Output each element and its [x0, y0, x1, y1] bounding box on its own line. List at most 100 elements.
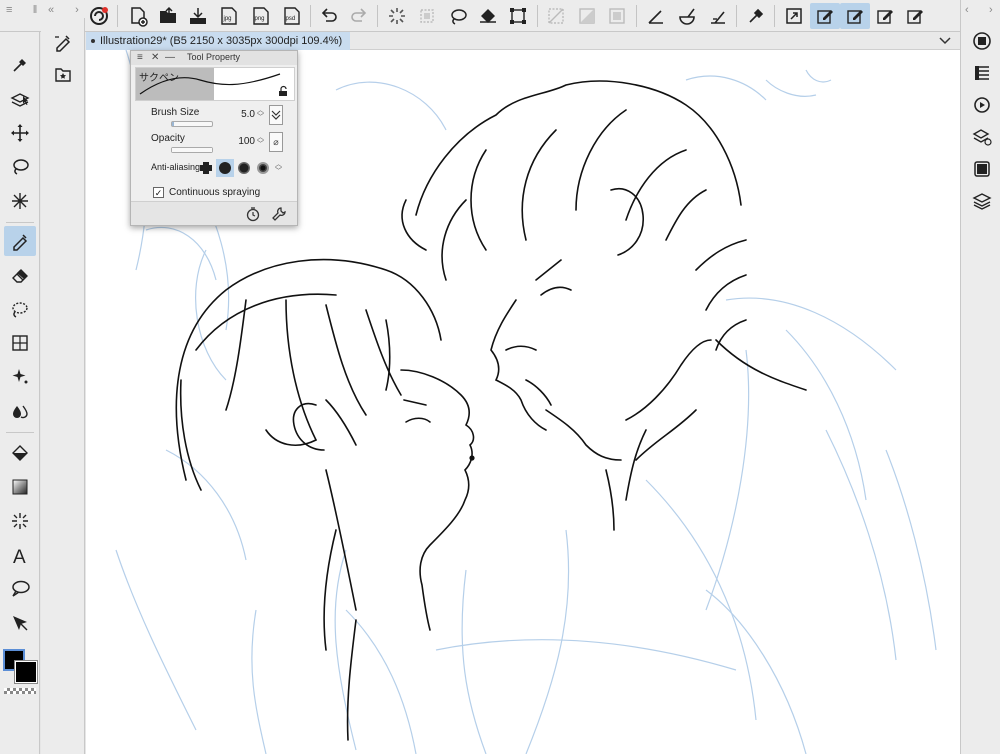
- figure-tool[interactable]: [4, 506, 36, 536]
- text-tool[interactable]: A: [4, 540, 36, 570]
- opacity-slider[interactable]: [171, 147, 213, 153]
- reset-tool-icon[interactable]: [245, 206, 261, 222]
- tool-property-panel: ≡ ✕ — Tool Property サクペン Brush Size 5.0 …: [130, 50, 298, 226]
- decoration-tool[interactable]: [4, 362, 36, 392]
- search-layer-icon[interactable]: [969, 92, 995, 118]
- edit-pen-4-icon[interactable]: [900, 3, 930, 29]
- brush-size-label: Brush Size: [151, 107, 200, 118]
- anti-aliasing-row: Anti-aliasing ︿ ﹀: [145, 159, 295, 181]
- document-tab[interactable]: Illustration29* (B5 2150 x 3035px 300dpi…: [86, 32, 351, 50]
- anti-aliasing-weak-icon[interactable]: [216, 159, 234, 177]
- anti-aliasing-spinner[interactable]: ︿ ﹀: [275, 161, 282, 175]
- material-icon[interactable]: [969, 124, 995, 150]
- clip-studio-logo-icon[interactable]: [84, 3, 114, 29]
- brush-size-slider[interactable]: [171, 121, 213, 127]
- transform-icon[interactable]: [503, 3, 533, 29]
- clear-layer-icon[interactable]: [412, 3, 442, 29]
- anti-aliasing-medium-icon[interactable]: [235, 159, 253, 177]
- pen-tool[interactable]: [4, 226, 36, 256]
- sub-tool-strip: [41, 18, 85, 754]
- opacity-spinner[interactable]: ︿ ﹀: [257, 134, 264, 148]
- wrench-icon[interactable]: [271, 206, 287, 222]
- close-icon[interactable]: ✕: [151, 52, 159, 63]
- panel-menu-icon[interactable]: ≡: [137, 52, 143, 63]
- export-jpg-icon[interactable]: jpg: [214, 3, 244, 29]
- pen-subtool-icon[interactable]: [49, 28, 77, 56]
- brush-preview[interactable]: サクペン: [135, 67, 295, 101]
- eraser-tool[interactable]: [4, 260, 36, 290]
- mesh-transform-tool[interactable]: [4, 328, 36, 358]
- layer-icon[interactable]: [969, 188, 995, 214]
- tool-strip: ≡ A: [0, 4, 40, 754]
- navigator-icon[interactable]: [969, 28, 995, 54]
- deselect-icon[interactable]: [541, 3, 571, 29]
- magic-wand-tool[interactable]: [4, 186, 36, 216]
- sub-tool-group-icon[interactable]: [49, 60, 77, 88]
- selection-border-icon[interactable]: [602, 3, 632, 29]
- export-psd-label: psd: [286, 16, 296, 22]
- export-psd-icon[interactable]: psd: [277, 3, 307, 29]
- gradient-tool[interactable]: [4, 472, 36, 502]
- export-png-icon[interactable]: png: [246, 3, 276, 29]
- fill-tool[interactable]: [4, 438, 36, 468]
- edit-pen-3-icon[interactable]: [870, 3, 900, 29]
- minimize-icon[interactable]: —: [165, 52, 175, 63]
- sub-color-swatch[interactable]: [14, 660, 38, 684]
- export-jpg-label: jpg: [223, 16, 232, 22]
- opacity-link-icon[interactable]: ⌀: [269, 132, 283, 152]
- modified-dot-icon: [91, 39, 95, 43]
- continuous-spraying-checkbox[interactable]: ✓: [153, 187, 164, 198]
- brush-size-spinner[interactable]: ︿ ﹀: [257, 107, 264, 121]
- fill-icon[interactable]: [473, 3, 503, 29]
- svg-text:A: A: [13, 547, 26, 566]
- undo-icon[interactable]: [314, 3, 344, 29]
- document-tab-bar: Illustration29* (B5 2150 x 3035px 300dpi…: [86, 32, 960, 50]
- eyedropper-tool[interactable]: [4, 50, 36, 80]
- lasso-selection-icon[interactable]: [443, 3, 473, 29]
- opacity-row: Opacity 100 ︿ ﹀ ⌀: [145, 131, 295, 157]
- correct-line-tool[interactable]: [4, 608, 36, 638]
- lasso-tool[interactable]: [4, 152, 36, 182]
- export-png-label: png: [255, 16, 265, 22]
- tool-property-footer: [131, 201, 297, 225]
- brush-size-value[interactable]: 5.0: [223, 109, 255, 120]
- transparent-color-swatch[interactable]: [4, 688, 36, 694]
- continuous-spraying-row: ✓ Continuous spraying: [145, 185, 295, 201]
- layer-move-tool[interactable]: [4, 84, 36, 114]
- command-bar: ‖ « › jpg png psd: [0, 0, 1000, 32]
- layer-property-icon[interactable]: [969, 60, 995, 86]
- opacity-value[interactable]: 100: [223, 136, 255, 147]
- right-collapse-icon[interactable]: ‹: [965, 4, 969, 16]
- animation-icon[interactable]: [969, 156, 995, 182]
- anti-aliasing-none-icon[interactable]: [197, 159, 215, 177]
- balloon-tool[interactable]: [4, 574, 36, 604]
- clear-selection-icon[interactable]: [382, 3, 412, 29]
- blend-tool[interactable]: [4, 396, 36, 426]
- tool-property-title: Tool Property: [187, 52, 241, 62]
- eyedropper-icon[interactable]: [741, 3, 771, 29]
- opacity-label: Opacity: [151, 133, 185, 144]
- redo-icon[interactable]: [344, 3, 374, 29]
- lock-icon[interactable]: [277, 85, 289, 97]
- tool-property-titlebar[interactable]: ≡ ✕ — Tool Property: [131, 51, 297, 65]
- lasso-fill-tool[interactable]: [4, 294, 36, 324]
- move-tool[interactable]: [4, 118, 36, 148]
- expand-icon[interactable]: [779, 3, 809, 29]
- save-icon[interactable]: [183, 3, 213, 29]
- chevron-down-icon[interactable]: [938, 34, 952, 48]
- right-expand-icon[interactable]: ›: [989, 4, 993, 16]
- panel-collapse-left-icon[interactable]: «: [44, 4, 58, 16]
- invert-selection-icon[interactable]: [572, 3, 602, 29]
- panel-collapse-handle[interactable]: ‖: [28, 4, 42, 16]
- ruler-snap-icon[interactable]: [703, 3, 733, 29]
- brush-stroke-preview: [139, 73, 281, 95]
- panel-expand-right-icon[interactable]: ›: [70, 4, 84, 16]
- anti-aliasing-strong-icon[interactable]: [254, 159, 272, 177]
- new-canvas-icon[interactable]: [123, 3, 153, 29]
- open-file-icon[interactable]: [153, 3, 183, 29]
- ruler-angle-icon[interactable]: [641, 3, 671, 29]
- ruler-curve-icon[interactable]: [672, 3, 702, 29]
- edit-pen-1-icon[interactable]: [810, 3, 840, 29]
- edit-pen-2-icon[interactable]: [840, 3, 870, 29]
- brush-size-pressure-icon[interactable]: [269, 105, 283, 125]
